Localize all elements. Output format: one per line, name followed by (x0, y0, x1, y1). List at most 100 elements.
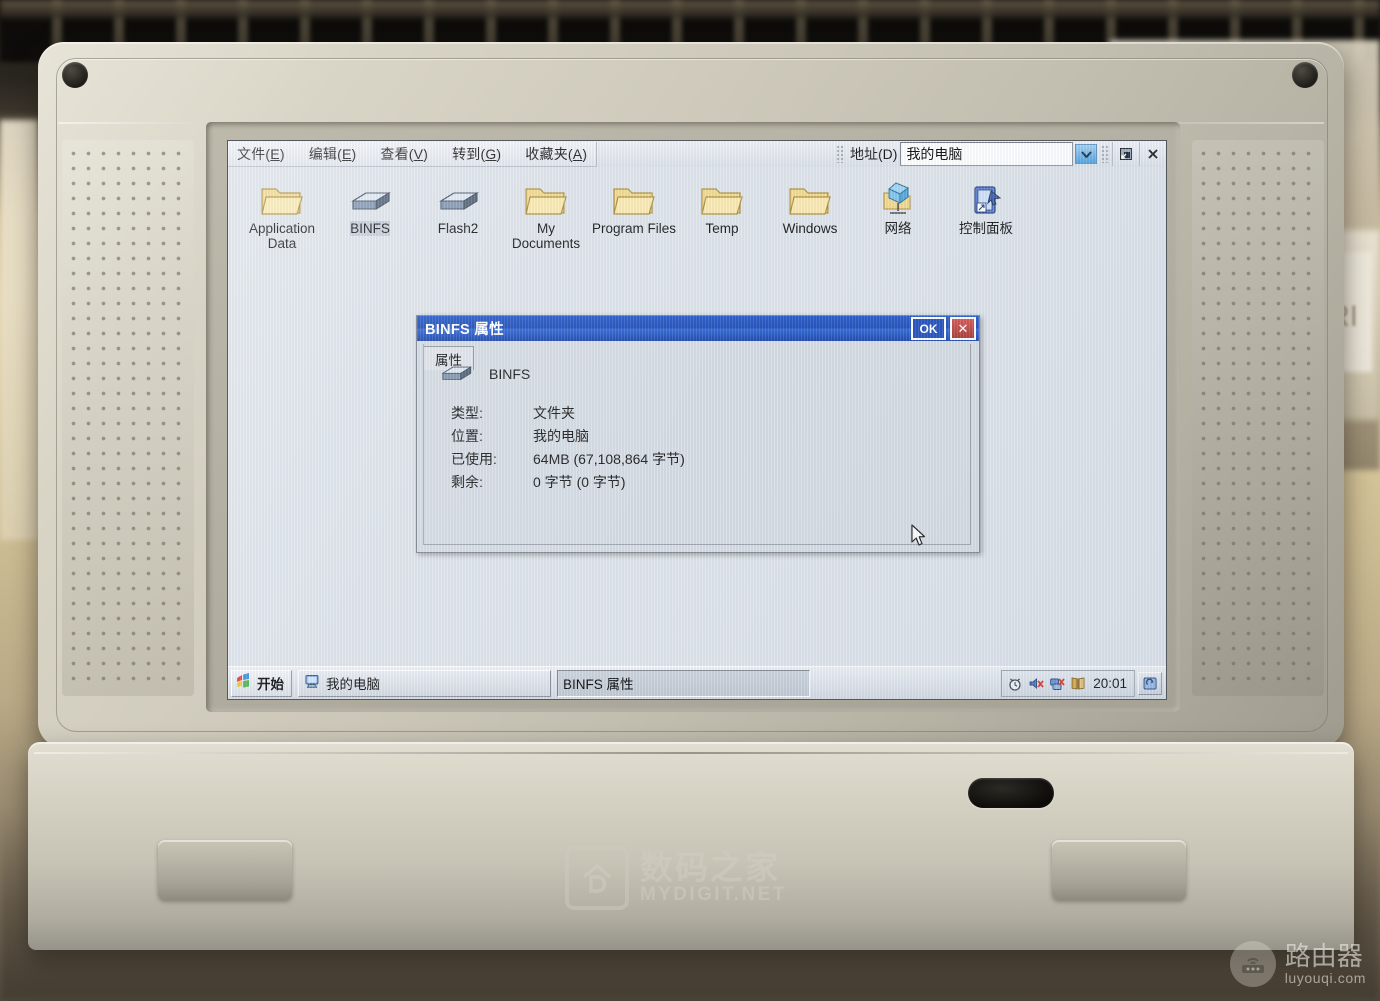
show-desktop-icon[interactable] (1138, 671, 1162, 695)
ok-button[interactable]: OK (911, 317, 946, 340)
start-button[interactable]: 开始 (231, 669, 292, 697)
watermark-luyouqi: 路由器 luyouqi.com (1229, 940, 1366, 987)
toolbar-gripper-icon-2[interactable] (1101, 145, 1110, 163)
alarm-clock-icon[interactable] (1006, 675, 1023, 692)
property-key: 剩余: (451, 474, 483, 490)
dialog-body: BINFS 类型: 文件夹 位置: 我的电脑 已使用: 64MB (67,108… (423, 344, 971, 545)
address-value: 我的电脑 (906, 146, 963, 162)
photo-stage: RI 文件(E) 编辑(E) 查看(V) 转到(G) 收藏夹(A) (0, 0, 1380, 1001)
property-value: 我的电脑 (533, 428, 589, 444)
watermark2-en: luyouqi.com (1284, 969, 1366, 986)
property-value: 64MB (67,108,864 字节) (533, 451, 685, 467)
dialog-item-row: BINFS (423, 344, 971, 388)
drive-icon (348, 173, 392, 219)
menu-items: 文件(E) 编辑(E) 查看(V) 转到(G) 收藏夹(A) (228, 141, 598, 167)
network-icon (876, 173, 920, 219)
property-key: 已使用: (451, 451, 497, 467)
item-temp[interactable]: Temp (678, 173, 766, 251)
item-label: Windows (782, 221, 838, 236)
folder-icon (788, 173, 832, 219)
address-input[interactable]: 我的电脑 (900, 142, 1073, 166)
icon-grid: Application Data BINFS Flash2 My Documen… (238, 173, 1158, 251)
folder-content-area: Application Data BINFS Flash2 My Documen… (228, 167, 1166, 667)
screw-top-left (62, 62, 88, 88)
lcd-screen: 文件(E) 编辑(E) 查看(V) 转到(G) 收藏夹(A) 地址(D) 我的电… (228, 141, 1166, 699)
window-buttons (1099, 141, 1166, 167)
watermark-mydigit: 数码之家 MYDIGIT.NET (565, 846, 787, 910)
menu-item-edit[interactable]: 编辑(E) (306, 142, 360, 166)
control-panel-icon (964, 173, 1008, 219)
menu-item-file[interactable]: 文件(E) (234, 142, 288, 166)
watermark-text-block: 数码之家 MYDIGIT.NET (640, 851, 787, 905)
folder-icon (524, 173, 568, 219)
folder-icon (260, 173, 304, 219)
volume-muted-icon[interactable] (1027, 675, 1044, 692)
property-value: 0 字节 (0 字节) (533, 474, 626, 490)
item-network[interactable]: 网络 (854, 173, 942, 251)
taskbar-button-my-computer[interactable]: 我的电脑 (298, 669, 551, 697)
drive-icon (439, 359, 473, 388)
screw-top-right (1292, 62, 1318, 88)
dialog-property-rows: 类型: 文件夹 位置: 我的电脑 已使用: 64MB (67,108,864 字… (451, 402, 971, 494)
hinge-right (1052, 840, 1186, 900)
close-button[interactable]: ✕ (950, 317, 976, 340)
taskbar-button-label: 我的电脑 (326, 677, 380, 692)
windows-flag-icon (236, 673, 253, 693)
address-label: 地址(D) (850, 146, 898, 162)
folder-icon (700, 173, 744, 219)
hinge-left (158, 840, 292, 900)
property-row-location: 位置: 我的电脑 (451, 425, 971, 448)
item-binfs[interactable]: BINFS (326, 173, 414, 251)
power-button[interactable] (968, 778, 1054, 808)
system-tray: 20:01 (1001, 669, 1135, 697)
item-label: BINFS (350, 221, 390, 236)
dialog-item-name: BINFS (489, 365, 531, 382)
menu-item-goto[interactable]: 转到(G) (449, 142, 504, 166)
item-application-data[interactable]: Application Data (238, 173, 326, 251)
chevron-down-icon[interactable] (1075, 144, 1097, 164)
watermark2-text-block: 路由器 luyouqi.com (1284, 940, 1366, 986)
toolbar-gripper-icon[interactable] (836, 145, 845, 163)
item-label: Program Files (591, 221, 677, 236)
property-row-free: 剩余: 0 字节 (0 字节) (451, 471, 971, 494)
drive-icon (436, 173, 480, 219)
property-key: 类型: (451, 405, 483, 421)
taskbar-button-label: BINFS 属性 (563, 677, 634, 692)
item-label: 网络 (884, 221, 912, 236)
watermark-en: MYDIGIT.NET (640, 884, 787, 905)
my-computer-icon (304, 674, 320, 692)
item-my-documents[interactable]: My Documents (502, 173, 590, 251)
item-windows[interactable]: Windows (766, 173, 854, 251)
item-label: Flash2 (437, 221, 479, 236)
item-program-files[interactable]: Program Files (590, 173, 678, 251)
desk-left-paper (0, 120, 38, 540)
taskbar-button-binfs-properties[interactable]: BINFS 属性 (557, 669, 810, 697)
watermark2-cn: 路由器 (1284, 940, 1363, 971)
close-icon[interactable] (1139, 142, 1166, 166)
dialog-title-bar[interactable]: BINFS 属性 OK ✕ (417, 316, 979, 341)
property-value: 文件夹 (533, 405, 575, 421)
mouse-cursor-icon (911, 524, 927, 553)
property-row-type: 类型: 文件夹 (451, 402, 971, 425)
keyboard-edge-blur (0, 0, 1380, 18)
clock-time[interactable]: 20:01 (1093, 676, 1127, 691)
properties-dialog: BINFS 属性 OK ✕ 属性 BINFS 类型: 文件夹 位置: 我的电脑 … (416, 315, 980, 553)
right-speaker-grille (1196, 146, 1320, 690)
tasks-icon[interactable] (1069, 675, 1086, 692)
item-label: Application Data (248, 221, 316, 251)
folder-icon (612, 173, 656, 219)
dialog-title: BINFS 属性 (425, 322, 504, 338)
house-d-logo-icon (565, 846, 629, 910)
network-disconnected-icon[interactable] (1048, 675, 1065, 692)
item-label: Temp (705, 221, 739, 236)
taskbar: 开始 我的电脑 BINFS 属性 20:01 (228, 666, 1166, 699)
watermark-cn: 数码之家 (640, 849, 780, 886)
property-key: 位置: (451, 428, 483, 444)
restore-window-icon[interactable] (1112, 142, 1139, 166)
item-flash2[interactable]: Flash2 (414, 173, 502, 251)
menu-item-favorites[interactable]: 收藏夹(A) (522, 142, 590, 166)
item-control-panel[interactable]: 控制面板 (942, 173, 1030, 251)
menu-item-view[interactable]: 查看(V) (377, 142, 431, 166)
router-icon (1229, 941, 1276, 987)
dialog-title-buttons: OK ✕ (911, 317, 976, 340)
